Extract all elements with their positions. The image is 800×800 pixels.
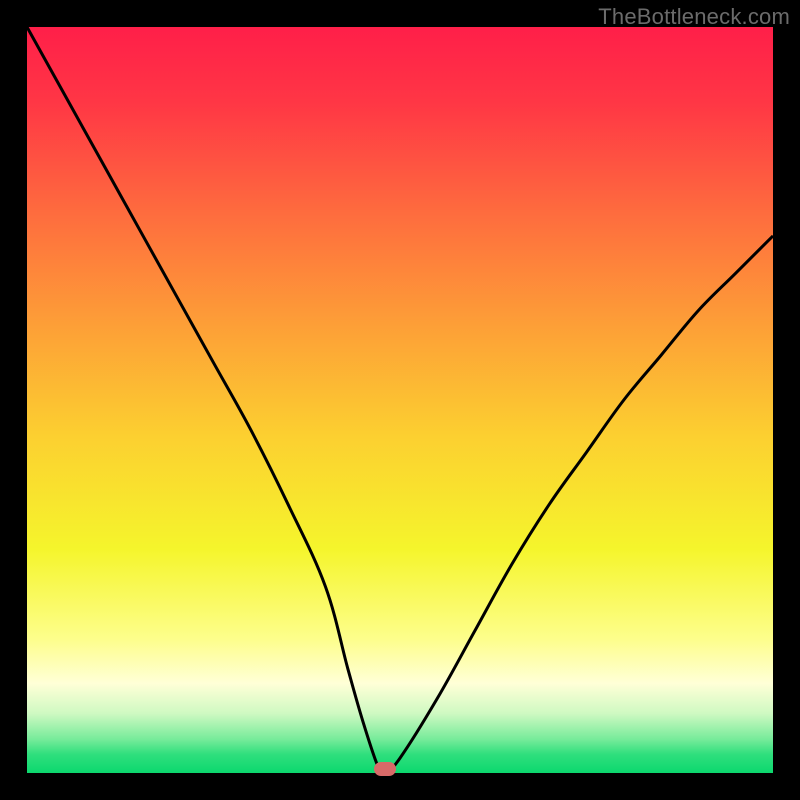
optimum-marker [374,762,396,776]
plot-area [27,27,773,773]
bottleneck-curve [27,27,773,773]
watermark-text: TheBottleneck.com [598,4,790,30]
chart-frame: TheBottleneck.com [0,0,800,800]
